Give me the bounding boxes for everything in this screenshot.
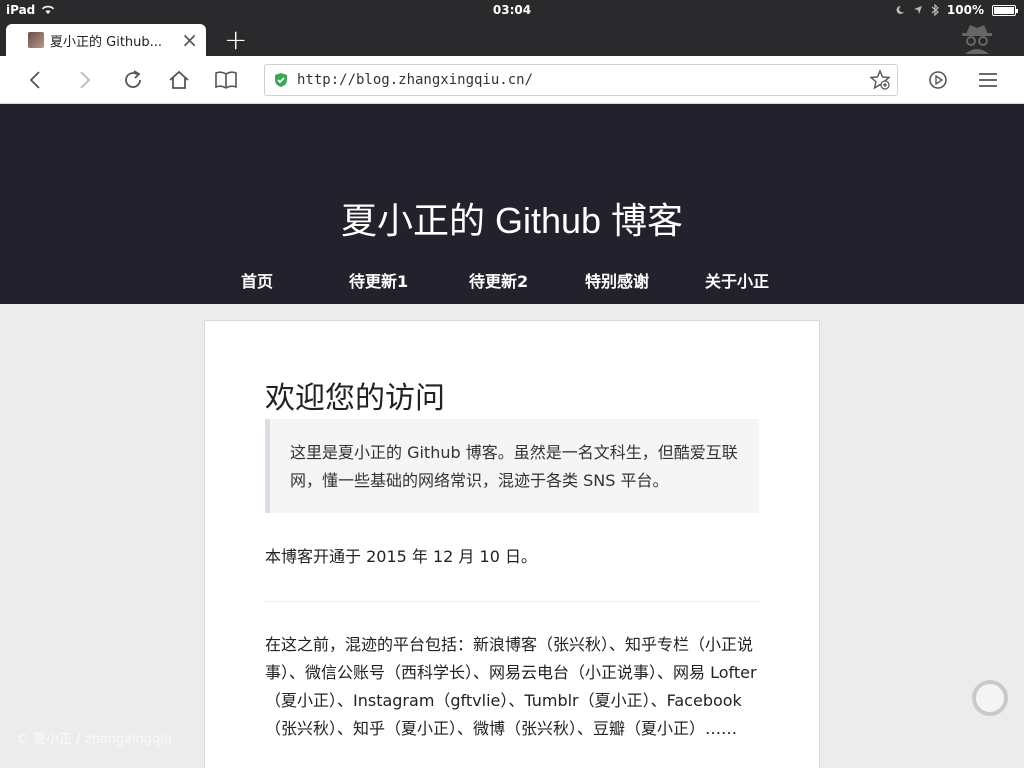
post-heading: 欢迎您的访问 (265, 381, 445, 416)
nav-item-home[interactable]: 首页 (241, 268, 273, 292)
incognito-icon[interactable] (958, 22, 996, 54)
tab-title: 夏小正的 Github... (50, 34, 163, 50)
bookmarks-icon[interactable] (214, 68, 238, 92)
nav-item-pending-2[interactable]: 待更新2 (469, 268, 528, 292)
nav-item-pending-1[interactable]: 待更新1 (349, 268, 408, 292)
url-text[interactable]: http://blog.zhangxingqiu.cn/ (297, 72, 869, 88)
intro-blockquote: 这里是夏小正的 Github 博客。虽然是一名文科生，但酷爱互联网，懂一些基础的… (265, 419, 759, 513)
secure-shield-icon (275, 73, 287, 87)
forward-icon[interactable] (72, 68, 96, 92)
post-card: 欢迎您的访问 这里是夏小正的 Github 博客。虽然是一名文科生，但酷爱互联网… (204, 320, 820, 768)
close-tab-icon[interactable]: × (181, 30, 198, 50)
main-nav: 首页 待更新1 待更新2 特别感谢 关于小正 (0, 268, 1024, 292)
nav-item-about[interactable]: 关于小正 (705, 268, 769, 292)
assistive-touch-button[interactable] (972, 680, 1008, 716)
bluetooth-icon (931, 4, 939, 16)
add-bookmark-icon[interactable] (869, 69, 891, 91)
tab-bar: 夏小正的 Github... × + (0, 20, 1024, 56)
platforms-paragraph: 在这之前，混迹的平台包括：新浪博客（张兴秋）、知乎专栏（小正说事）、微信公账号（… (265, 635, 757, 738)
media-play-icon[interactable] (926, 68, 950, 92)
reload-icon[interactable] (121, 68, 145, 92)
site-title[interactable]: 夏小正的 Github 博客 (0, 192, 1024, 244)
battery-icon (992, 4, 1018, 16)
opening-date-text: 本博客开通于 2015 年 12 月 10 日。 (265, 547, 537, 566)
clock: 03:04 (492, 3, 532, 17)
moon-icon (896, 5, 904, 14)
location-icon (913, 6, 922, 14)
status-bar: iPad 03:04 100% (0, 0, 1024, 20)
home-icon[interactable] (167, 68, 191, 92)
new-tab-button[interactable]: + (224, 26, 247, 54)
site-header: 夏小正的 Github 博客 首页 待更新1 待更新2 特别感谢 关于小正 (0, 104, 1024, 304)
back-icon[interactable] (24, 68, 48, 92)
nav-item-thanks[interactable]: 特别感谢 (585, 268, 649, 292)
address-bar[interactable]: http://blog.zhangxingqiu.cn/ (264, 64, 898, 96)
browser-toolbar: http://blog.zhangxingqiu.cn/ (0, 56, 1024, 104)
watermark: © 夏小正 / zhangxingqiu (16, 732, 173, 747)
favicon (28, 32, 44, 48)
divider (265, 601, 759, 602)
menu-icon[interactable] (976, 68, 1000, 92)
battery-percent: 100% (946, 3, 984, 17)
active-tab[interactable]: 夏小正的 Github... × (6, 24, 206, 56)
